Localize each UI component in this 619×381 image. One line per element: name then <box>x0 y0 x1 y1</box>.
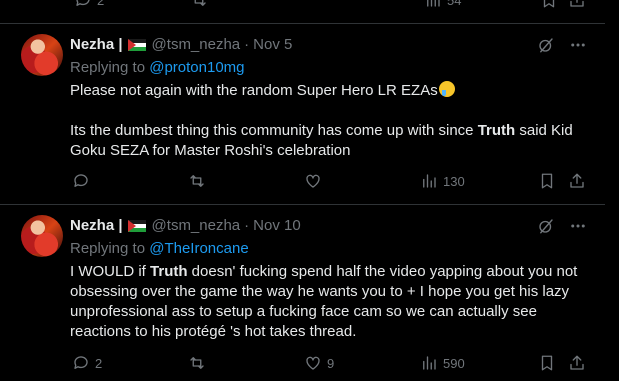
more-icon[interactable] <box>569 217 587 235</box>
reply-button[interactable]: 2 <box>74 0 104 9</box>
retweet-icon <box>194 0 206 6</box>
reply-icon <box>76 0 90 6</box>
bookmark-icon <box>541 173 553 189</box>
display-name[interactable]: Nezha | <box>70 36 123 53</box>
like-icon <box>306 174 320 188</box>
grok-icon[interactable] <box>537 217 555 235</box>
tweet[interactable]: Nezha | @tsm_nezha · Nov 10 Replying to … <box>0 205 605 381</box>
reply-button[interactable]: 2 <box>72 354 102 372</box>
retweet-button[interactable] <box>190 0 208 9</box>
previous-tweet-partial: 2 54 <box>0 0 605 24</box>
tweet-text: I WOULD if Truth doesn' fucking spend ha… <box>70 263 578 340</box>
tweet-top-icons <box>537 217 587 235</box>
reply-icon <box>74 174 88 187</box>
retweet-icon <box>190 175 204 187</box>
views-icon <box>423 356 436 370</box>
views-button[interactable]: 130 <box>420 172 465 190</box>
share-button[interactable] <box>568 172 586 190</box>
tweet-header: Nezha | @tsm_nezha · Nov 5 <box>70 36 292 53</box>
avatar[interactable] <box>21 215 63 257</box>
user-handle[interactable]: @tsm_nezha <box>152 36 241 53</box>
replying-to-mention[interactable]: @TheIroncane <box>149 240 248 257</box>
share-icon <box>570 355 584 370</box>
more-icon[interactable] <box>569 36 587 54</box>
tweet-text: Please not again with the random Super H… <box>70 81 573 159</box>
bookmark-button[interactable] <box>538 172 556 190</box>
tweet-actions: 130 <box>0 172 605 194</box>
grok-icon[interactable] <box>537 36 555 54</box>
retweet-icon <box>190 357 204 369</box>
tweet-date[interactable]: Nov 10 <box>253 217 301 234</box>
replying-to-line: Replying to @proton10mg <box>70 59 245 76</box>
share-icon <box>570 0 584 7</box>
dot-separator: · <box>244 217 250 234</box>
tweet[interactable]: Nezha | @tsm_nezha · Nov 5 Replying to @… <box>0 24 605 205</box>
share-icon <box>570 173 584 188</box>
bookmark-button[interactable] <box>538 354 556 372</box>
views-icon <box>423 174 436 188</box>
share-button[interactable] <box>568 354 586 372</box>
like-button[interactable]: 9 <box>304 354 334 372</box>
previous-tweet-actions: 2 54 <box>0 0 605 11</box>
replying-to-mention[interactable]: @proton10mg <box>149 59 244 76</box>
reply-button[interactable] <box>72 172 95 190</box>
avatar[interactable] <box>21 34 63 76</box>
tweet-header: Nezha | @tsm_nezha · Nov 10 <box>70 217 301 234</box>
retweet-button[interactable] <box>188 172 211 190</box>
display-name[interactable]: Nezha | <box>70 217 123 234</box>
share-button[interactable] <box>568 0 586 9</box>
retweet-button[interactable] <box>188 354 211 372</box>
tweet-date[interactable]: Nov 5 <box>253 36 292 53</box>
bookmark-icon <box>543 0 555 8</box>
tweet-actions: 2 9 590 <box>0 354 605 376</box>
like-button[interactable] <box>304 172 327 190</box>
bookmark-button[interactable] <box>540 0 558 9</box>
like-icon <box>306 356 320 370</box>
user-handle[interactable]: @tsm_nezha <box>152 217 241 234</box>
tweet-top-icons <box>537 36 587 54</box>
views-icon <box>427 0 440 7</box>
views-button[interactable]: 590 <box>420 354 465 372</box>
dot-separator: · <box>244 36 250 53</box>
bookmark-icon <box>541 355 553 371</box>
reply-icon <box>74 356 88 369</box>
crying-face-emoji <box>438 81 455 97</box>
palestine-flag-icon <box>127 219 146 232</box>
replying-to-line: Replying to @TheIroncane <box>70 240 249 257</box>
views-button[interactable]: 54 <box>424 0 461 9</box>
palestine-flag-icon <box>127 38 146 51</box>
